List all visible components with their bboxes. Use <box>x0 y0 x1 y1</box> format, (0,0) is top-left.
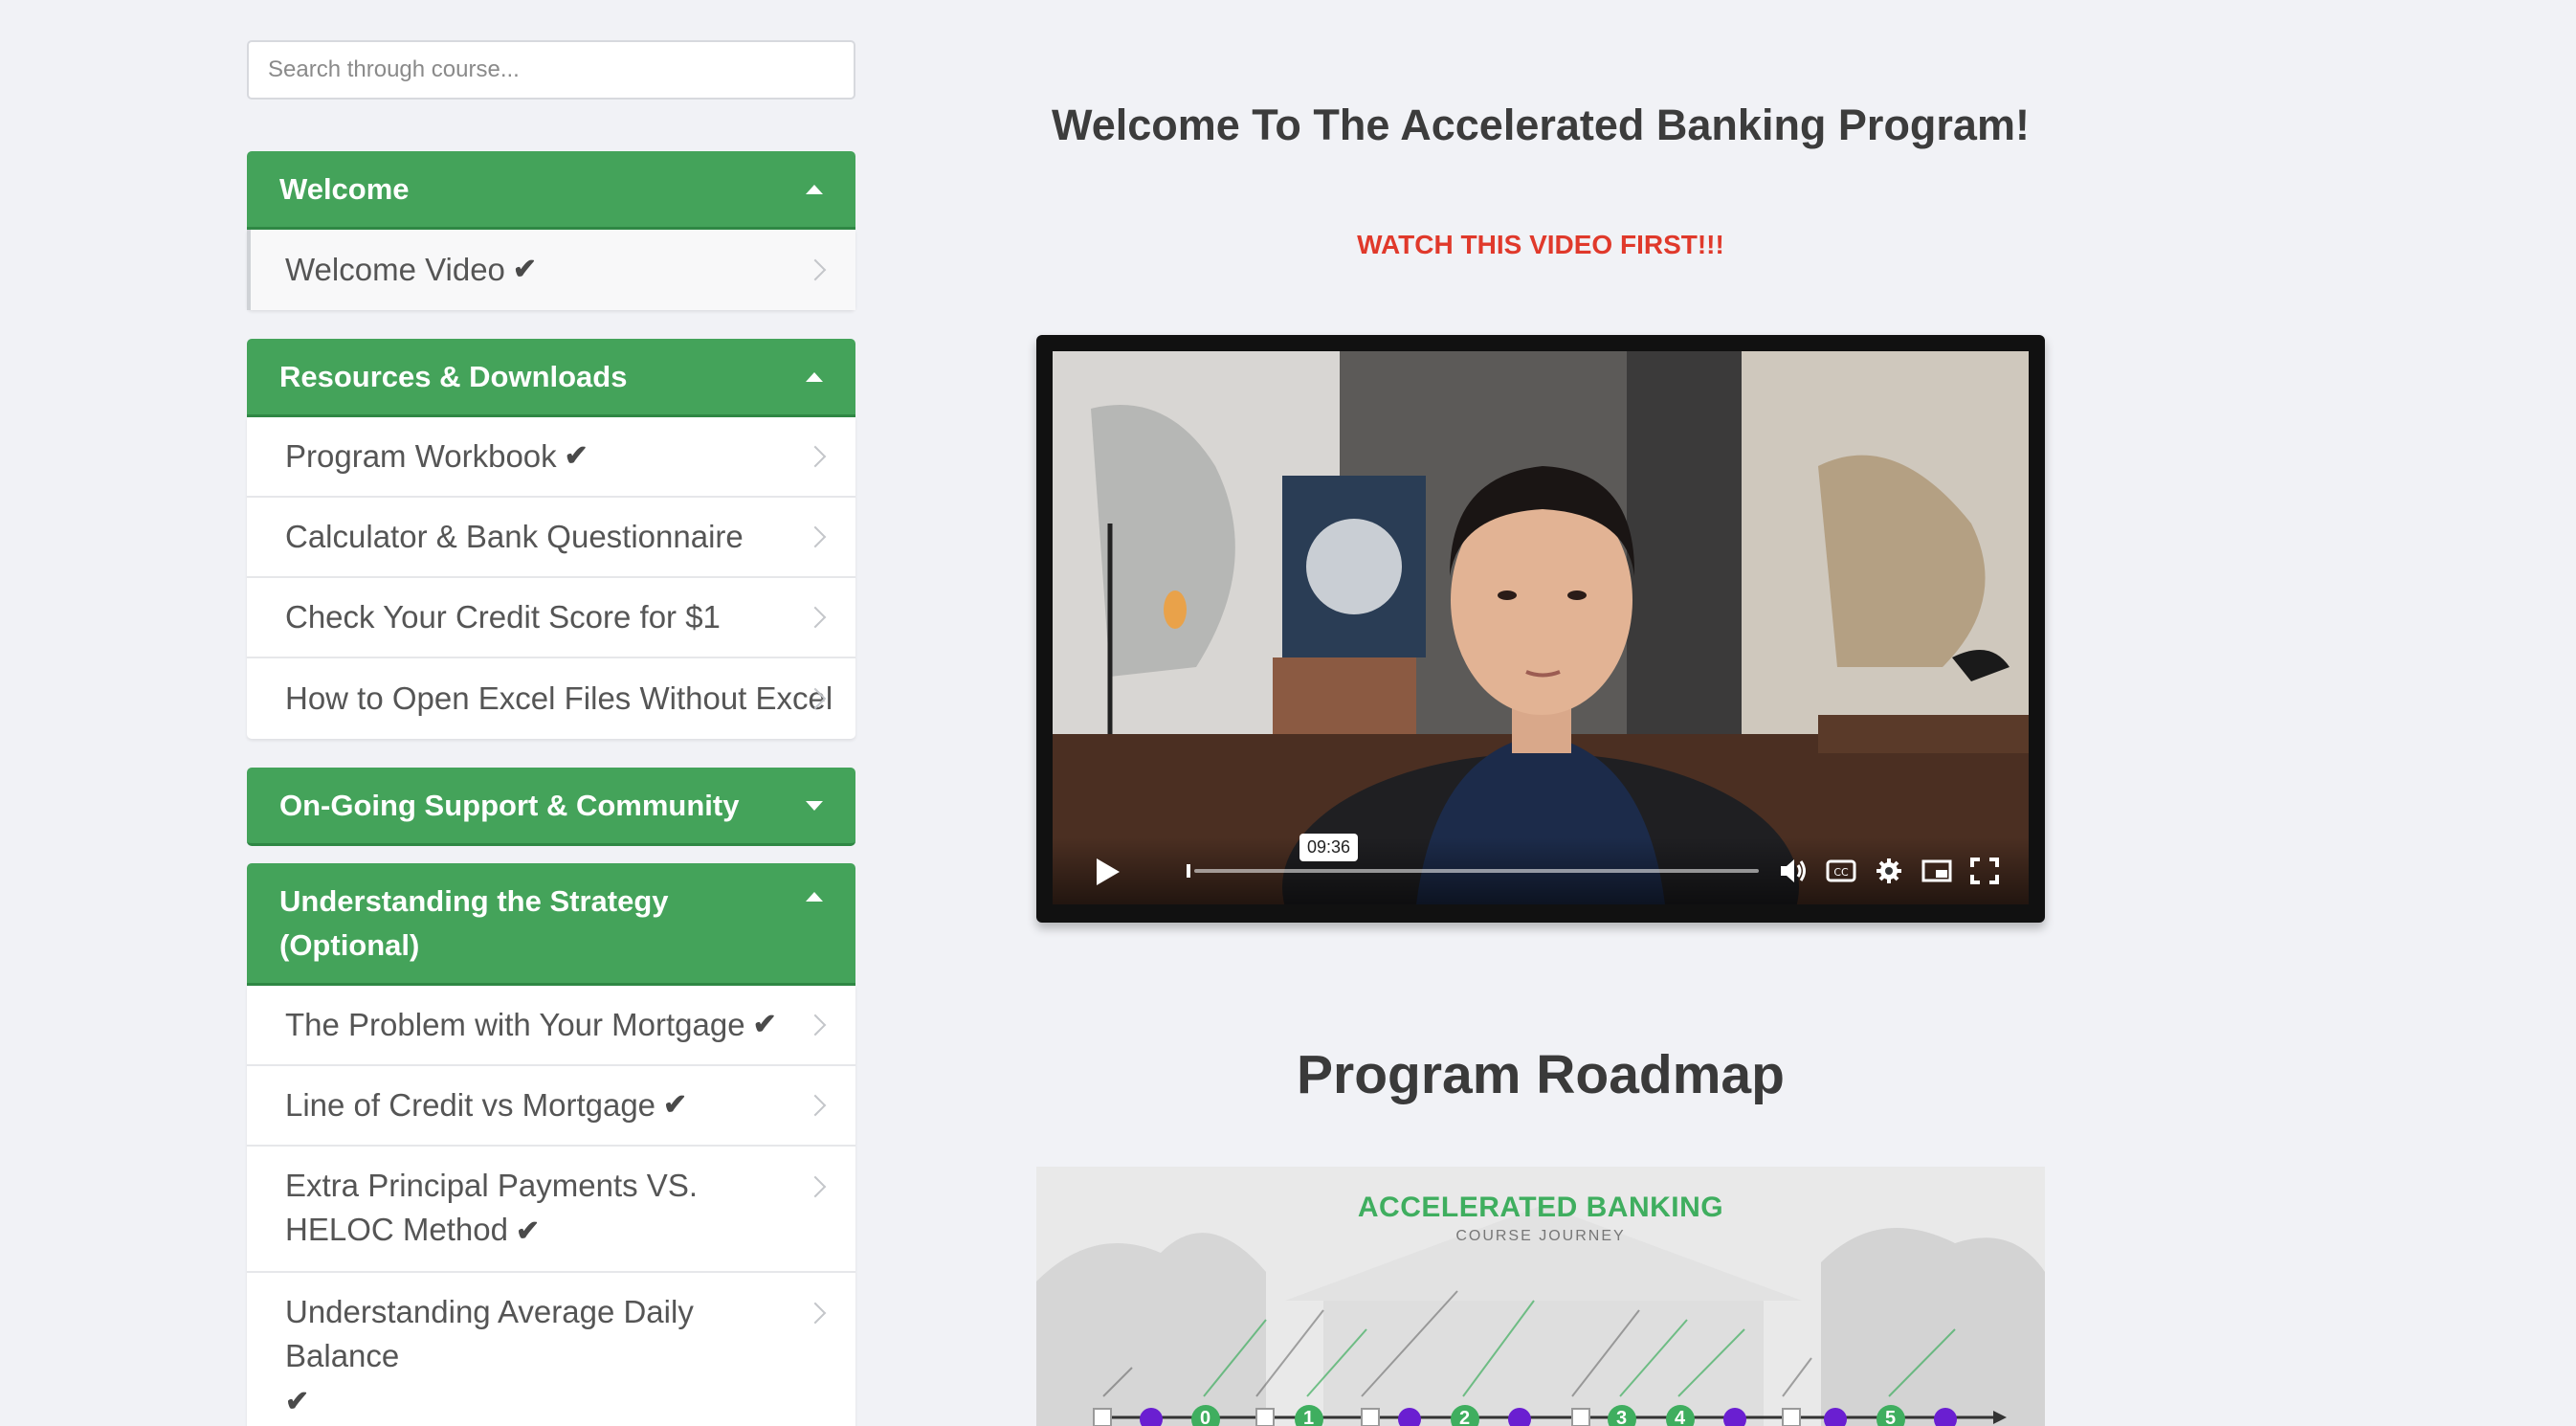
section-title: Welcome <box>279 171 410 206</box>
checkmark-icon: ✔ <box>752 1009 777 1040</box>
roadmap-step-3: 3 <box>1616 1408 1628 1426</box>
section-header-support[interactable]: On-Going Support & Community <box>247 768 855 846</box>
section-header-strategy[interactable]: Understanding the Strategy (Optional) <box>247 863 855 986</box>
caret-up-icon <box>806 892 823 902</box>
chevron-right-icon <box>804 1094 827 1117</box>
fullscreen-icon[interactable] <box>1969 857 2000 885</box>
roadmap-heading: Program Roadmap <box>1297 1044 1785 1105</box>
section-items: The Problem with Your Mortgage ✔ Line of… <box>247 986 855 1426</box>
duration-tooltip: 09:36 <box>1299 834 1359 861</box>
chevron-right-icon <box>804 1014 827 1036</box>
video-progress-track[interactable] <box>1194 869 1759 873</box>
lesson-welcome-video[interactable]: Welcome Video ✔ <box>247 230 855 310</box>
section-title: Understanding the Strategy (Optional) <box>279 883 669 962</box>
svg-text:CC: CC <box>1833 866 1849 879</box>
lesson-label-wrap: Understanding Average Daily Balance ✔ <box>285 1290 798 1424</box>
checkmark-icon: ✔ <box>515 1215 541 1247</box>
chevron-right-icon <box>804 258 827 281</box>
checkmark-icon: ✔ <box>512 254 538 285</box>
lesson-label: Calculator & Bank Questionnaire <box>285 519 744 554</box>
course-page: Welcome Welcome Video ✔ Resources & Down… <box>0 0 2576 1426</box>
lesson-label: How to Open Excel Files Without Excel <box>285 680 833 716</box>
chevron-right-icon <box>804 606 827 629</box>
caret-up-icon <box>806 184 823 194</box>
section-header-resources[interactable]: Resources & Downloads <box>247 339 855 417</box>
caret-down-icon <box>806 800 823 811</box>
chevron-right-icon <box>804 1302 827 1325</box>
chevron-right-icon <box>804 1175 827 1198</box>
lesson-label: The Problem with Your Mortgage <box>285 1007 745 1042</box>
course-search-input[interactable] <box>247 40 855 100</box>
lesson-label: Extra Principal Payments VS. HELOC Metho… <box>285 1168 698 1247</box>
lesson-open-excel[interactable]: How to Open Excel Files Without Excel <box>247 658 855 739</box>
lesson-average-daily-balance[interactable]: Understanding Average Daily Balance ✔ <box>247 1273 855 1426</box>
section-welcome: Welcome Welcome Video ✔ <box>247 151 855 310</box>
checkmark-icon: ✔ <box>663 1089 688 1121</box>
caret-up-icon <box>806 371 823 382</box>
captions-icon[interactable]: CC <box>1826 857 1856 885</box>
lesson-label: Welcome Video <box>285 252 505 287</box>
lesson-calculator-questionnaire[interactable]: Calculator & Bank Questionnaire <box>247 498 855 578</box>
lesson-label-wrap: Extra Principal Payments VS. HELOC Metho… <box>285 1164 798 1254</box>
lesson-problem-mortgage[interactable]: The Problem with Your Mortgage ✔ <box>247 986 855 1066</box>
lesson-loc-vs-mortgage[interactable]: Line of Credit vs Mortgage ✔ <box>247 1066 855 1147</box>
lesson-extra-principal[interactable]: Extra Principal Payments VS. HELOC Metho… <box>247 1147 855 1273</box>
checkmark-icon: ✔ <box>285 1386 310 1417</box>
section-title: On-Going Support & Community <box>279 788 740 822</box>
chevron-right-icon <box>804 525 827 548</box>
roadmap-step-0: 0 <box>1200 1408 1211 1426</box>
roadmap-step-numbers: 0 1 2 3 4 5 <box>1036 1167 2045 1426</box>
page-title: Welcome To The Accelerated Banking Progr… <box>1052 100 2030 149</box>
video-frame[interactable]: 09:36 CC <box>1053 351 2029 904</box>
section-items: Program Workbook ✔ Calculator & Bank Que… <box>247 417 855 739</box>
lesson-label: Check Your Credit Score for $1 <box>285 599 721 635</box>
play-icon[interactable] <box>1097 858 1120 885</box>
section-resources: Resources & Downloads Program Workbook ✔… <box>247 339 855 739</box>
roadmap-step-2: 2 <box>1459 1408 1471 1426</box>
lesson-label: Understanding Average Daily Balance <box>285 1294 694 1373</box>
roadmap-image: ACCELERATED BANKING COURSE JOURNEY 0 1 2… <box>1036 1167 2045 1426</box>
volume-icon[interactable] <box>1778 857 1809 885</box>
lesson-credit-score[interactable]: Check Your Credit Score for $1 <box>247 578 855 658</box>
roadmap-step-5: 5 <box>1885 1408 1897 1426</box>
watch-first-note: WATCH THIS VIDEO FIRST!!! <box>1357 230 1724 259</box>
video-poster-image <box>1053 351 2029 904</box>
section-title: Resources & Downloads <box>279 359 628 393</box>
lesson-program-workbook[interactable]: Program Workbook ✔ <box>247 417 855 498</box>
chevron-right-icon <box>804 445 827 468</box>
roadmap-step-4: 4 <box>1675 1408 1686 1426</box>
lesson-label: Program Workbook <box>285 438 557 474</box>
section-strategy: Understanding the Strategy (Optional) Th… <box>247 863 855 1426</box>
video-progress-handle[interactable]: 09:36 <box>1187 834 1359 878</box>
course-sidebar: Welcome Welcome Video ✔ Resources & Down… <box>247 40 855 1426</box>
video-player[interactable]: 09:36 CC <box>1036 335 2045 923</box>
video-controls: 09:36 CC <box>1053 834 2029 904</box>
roadmap-step-1: 1 <box>1303 1408 1315 1426</box>
section-support: On-Going Support & Community <box>247 768 855 846</box>
section-header-welcome[interactable]: Welcome <box>247 151 855 230</box>
checkmark-icon: ✔ <box>564 440 588 472</box>
settings-gear-icon[interactable] <box>1874 857 1904 885</box>
section-items: Welcome Video ✔ <box>247 230 855 310</box>
picture-in-picture-icon[interactable] <box>1921 857 1952 885</box>
lesson-label: Line of Credit vs Mortgage <box>285 1087 656 1123</box>
